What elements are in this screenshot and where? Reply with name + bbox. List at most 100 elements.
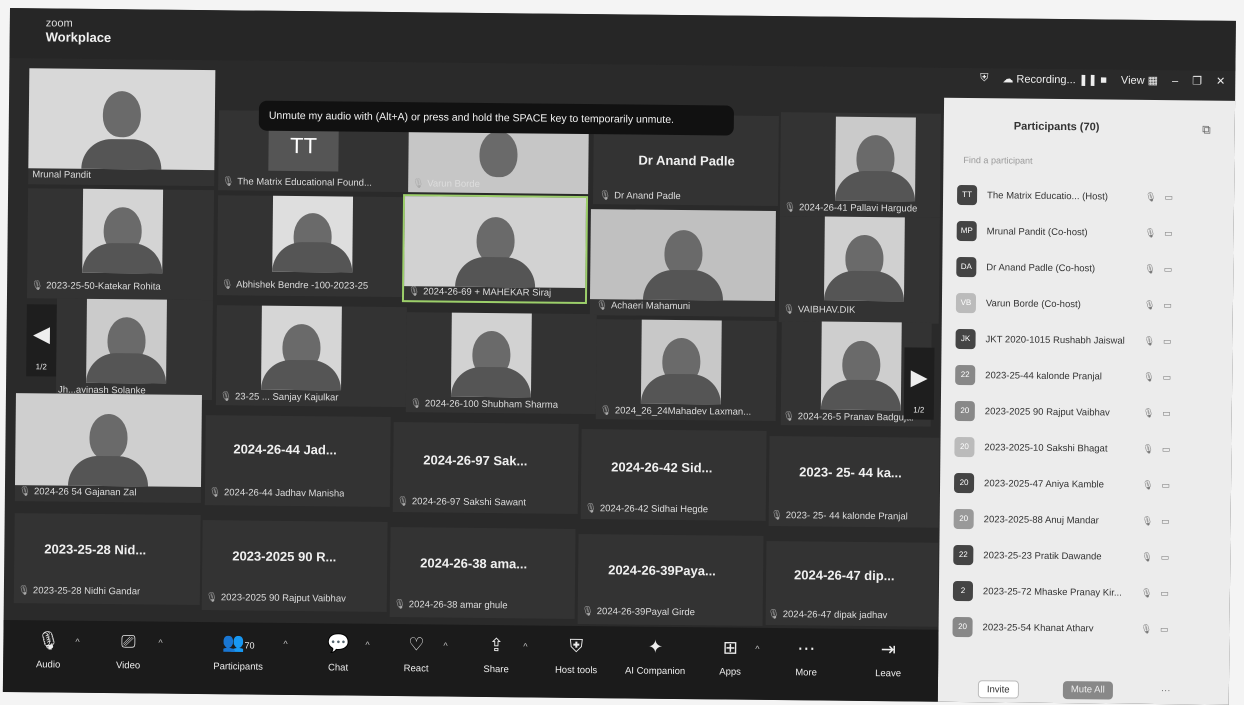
next-page-button[interactable]: ▶ 1/2 — [903, 347, 935, 420]
video-tile[interactable]: 2023-2025 90 R... 🎙 2023-2025 90 Rajput V… — [201, 520, 388, 612]
recording-indicator[interactable]: ☁ Recording... ❚❚ ■ — [1002, 72, 1107, 86]
video-tile[interactable]: 🎙 2023-25-50-Katekar Rohita — [26, 188, 215, 301]
panel-title: Participants (70) — [1013, 120, 1100, 134]
participants-panel: Participants (70) ⧉ Find a participant T… — [937, 97, 1236, 705]
audio-button[interactable]: 🎙 Audio — [13, 630, 83, 673]
mic-muted-icon: 🎙 — [219, 391, 233, 403]
host-tools-button[interactable]: ⛨ Host tools — [541, 636, 611, 679]
participant-row[interactable]: TT The Matrix Educatio... (Host) 🎙 ▭ — [956, 180, 1207, 213]
pause-icon[interactable]: ❚❚ — [1079, 73, 1098, 86]
video-tile[interactable]: 2023- 25- 44 ka... 🎙 2023- 25- 44 kalonde… — [768, 435, 940, 528]
mic-muted-icon: 🎙 — [1143, 299, 1156, 310]
video-off-icon: ▭ — [1161, 479, 1171, 490]
participant-row[interactable]: DA Dr Anand Padle (Co-host) 🎙 ▭ — [956, 252, 1206, 285]
invite-button[interactable]: Invite — [977, 680, 1019, 699]
participant-avatar: 20 — [952, 616, 973, 638]
audio-options-chevron-icon[interactable]: ^ — [75, 637, 79, 647]
mic-muted-icon: 🎙 — [1141, 551, 1153, 562]
prev-page-button[interactable]: ◀ 1/2 — [26, 304, 57, 377]
participants-options-chevron-icon[interactable]: ^ — [283, 639, 287, 649]
participant-search-input[interactable]: Find a participant — [963, 150, 1113, 172]
participant-row[interactable]: 20 2023-2025-88 Anuj Mandar 🎙 ▭ — [953, 504, 1204, 537]
popout-icon[interactable]: ⧉ — [1202, 122, 1211, 137]
participant-bigname: 2023- 25- 44 ka... — [799, 464, 902, 481]
participant-name: 🎙 Varun Borde — [412, 178, 480, 190]
video-tile[interactable]: 🎙 2024-26-41 Pallavi Hargude — [779, 112, 941, 218]
mic-muted-icon: 🎙 — [18, 486, 32, 498]
chat-button[interactable]: 💬 Chat — [303, 633, 373, 676]
video-tile[interactable]: 🎙 Achaeri Mahamuni — [589, 209, 776, 318]
participant-avatar: 22 — [955, 364, 976, 386]
video-tile[interactable]: 2024-26-47 dip... 🎙 2024-26-47 dipak jadh… — [765, 540, 939, 627]
participant-row-name: 2023-25-44 kalonde Pranjal — [985, 369, 1102, 382]
mic-muted-icon: 🎙 — [782, 411, 795, 423]
participant-bigname: 2024-26-38 ama... — [420, 555, 528, 572]
participant-row[interactable]: 2 2023-25-72 Mhaske Pranay Kir... 🎙 ▭ — [952, 576, 1203, 609]
video-button[interactable]: ⎚ Video — [93, 631, 163, 674]
participant-name-text: Abhishek Bendre -100-2023-25 — [236, 279, 369, 292]
participant-avatar: 20 — [953, 508, 974, 530]
participant-name: 🎙 2024-26-97 Sakshi Sawant — [397, 496, 526, 508]
apps-label: Apps — [719, 666, 741, 678]
participant-row[interactable]: 22 2023-25-44 kalonde Pranjal 🎙 ▭ — [955, 360, 1205, 393]
video-tile[interactable]: 2024-26-42 Sid... 🎙 2024-26-42 Sidhai Heg… — [580, 429, 767, 521]
more-button[interactable]: ⋯ More — [771, 638, 841, 681]
participant-row[interactable]: JK JKT 2020-1015 Rushabh Jaiswal 🎙 ▭ — [955, 324, 1205, 357]
mic-muted-icon: 🎙 — [1143, 371, 1155, 382]
react-options-chevron-icon[interactable]: ^ — [443, 641, 447, 651]
video-tile[interactable]: 2024-26-39Paya... 🎙 2024-26-39Payal Girde — [577, 533, 764, 626]
participant-name-text: 2024-26-44 Jadhav Manisha — [223, 487, 345, 500]
mic-muted-icon: 🎙 — [1145, 191, 1157, 202]
video-tile[interactable]: 2024-26-44 Jad... 🎙 2024-26-44 Jadhav Man… — [204, 415, 391, 508]
video-tile[interactable]: 🎙 2024-26-100 Shubham Sharma — [405, 312, 597, 415]
participant-row[interactable]: 20 2023-2025-10 Sakshi Bhagat 🎙 ▭ — [954, 432, 1204, 465]
video-tile[interactable]: 🎙 VAIBHAV.DIK — [778, 216, 940, 324]
close-button[interactable]: ✕ — [1216, 75, 1225, 88]
participant-row-name: 2023-2025 90 Rajput Vaibhav — [984, 405, 1110, 419]
video-tile[interactable]: 2024-26-38 ama... 🎙 2024-26-38 amar ghule — [389, 527, 576, 619]
react-button[interactable]: ♡ React — [381, 634, 451, 677]
video-tile[interactable]: 🎙 2024-26 54 Gajanan Zal — [14, 393, 202, 504]
participant-row[interactable]: VB Varun Borde (Co-host) 🎙 ▭ — [955, 288, 1206, 321]
video-tile[interactable]: 2024-26-97 Sak... 🎙 2024-26-97 Sakshi Saw… — [392, 422, 579, 514]
page-indicator: 1/2 — [35, 362, 47, 372]
view-button[interactable]: View ▦ — [1121, 74, 1158, 87]
apps-options-chevron-icon[interactable]: ^ — [755, 644, 759, 654]
participant-row[interactable]: 20 2023-2025 90 Rajput Vaibhav 🎙 ▭ — [954, 396, 1205, 429]
participant-video — [823, 216, 905, 302]
video-off-icon: ▭ — [1162, 371, 1172, 382]
ai-companion-button[interactable]: ✦ AI Companion — [615, 636, 695, 679]
leave-label: Leave — [875, 668, 902, 680]
participant-row[interactable]: 20 2023-2025-47 Aniya Kamble 🎙 ▭ — [953, 468, 1204, 501]
video-options-chevron-icon[interactable]: ^ — [158, 638, 162, 648]
title-bar-controls: ⛨ ☁ Recording... ❚❚ ■ View ▦ – ❐ ✕ — [980, 72, 1225, 88]
video-tile[interactable]: 🎙 23-25 ... Sanjay Kajulkar — [215, 305, 407, 408]
participants-icon: 👥70 — [222, 632, 255, 653]
video-tile[interactable]: 🎙 2024_26_24Mahadev Laxman... — [595, 319, 777, 422]
participant-row[interactable]: 22 2023-25-23 Pratik Dawande 🎙 ▭ — [953, 540, 1203, 573]
leave-button[interactable]: ⇥ Leave — [853, 639, 923, 682]
minimize-button[interactable]: – — [1172, 75, 1178, 87]
share-options-chevron-icon[interactable]: ^ — [523, 641, 527, 651]
participant-name: 🎙 The Matrix Educational Found... — [222, 176, 372, 189]
video-tile-active[interactable]: 🎙 2024-26-69 + MAHEKAR Siraj — [401, 194, 589, 305]
sparkle-icon: ✦ — [647, 636, 663, 657]
mute-all-button[interactable]: Mute All — [1062, 681, 1113, 700]
maximize-button[interactable]: ❐ — [1192, 74, 1202, 87]
participant-row[interactable]: 20 2023-25-54 Khanat Atharv 🎙 ▭ — [952, 612, 1202, 645]
participant-row-name: Dr Anand Padle (Co-host) — [986, 261, 1096, 274]
video-tile[interactable]: Jh...avinash Solanke — [55, 298, 213, 401]
video-tile[interactable]: 🎙 Abhishek Bendre -100-2023-25 — [217, 195, 409, 298]
share-screen-icon: ⇪ — [488, 635, 505, 656]
video-tile[interactable]: Mrunal Pandit — [28, 68, 216, 187]
shield-icon[interactable]: ⛨ — [980, 72, 988, 85]
stop-icon[interactable]: ■ — [1100, 74, 1107, 86]
participant-row[interactable]: MP Mrunal Pandit (Co-host) 🎙 ▭ — [956, 216, 1207, 249]
video-tile[interactable]: 2023-25-28 Nid... 🎙 2023-25-28 Nidhi Gand… — [13, 513, 201, 606]
participant-avatar: TT — [956, 184, 978, 206]
share-button[interactable]: ⇪ Share — [461, 635, 531, 678]
participant-name: 🎙 2024-26-5 Pranav Badgujar — [783, 411, 915, 423]
participant-video — [261, 305, 342, 391]
participants-button[interactable]: 👥70 Participants — [203, 632, 273, 675]
chat-options-chevron-icon[interactable]: ^ — [365, 640, 369, 650]
